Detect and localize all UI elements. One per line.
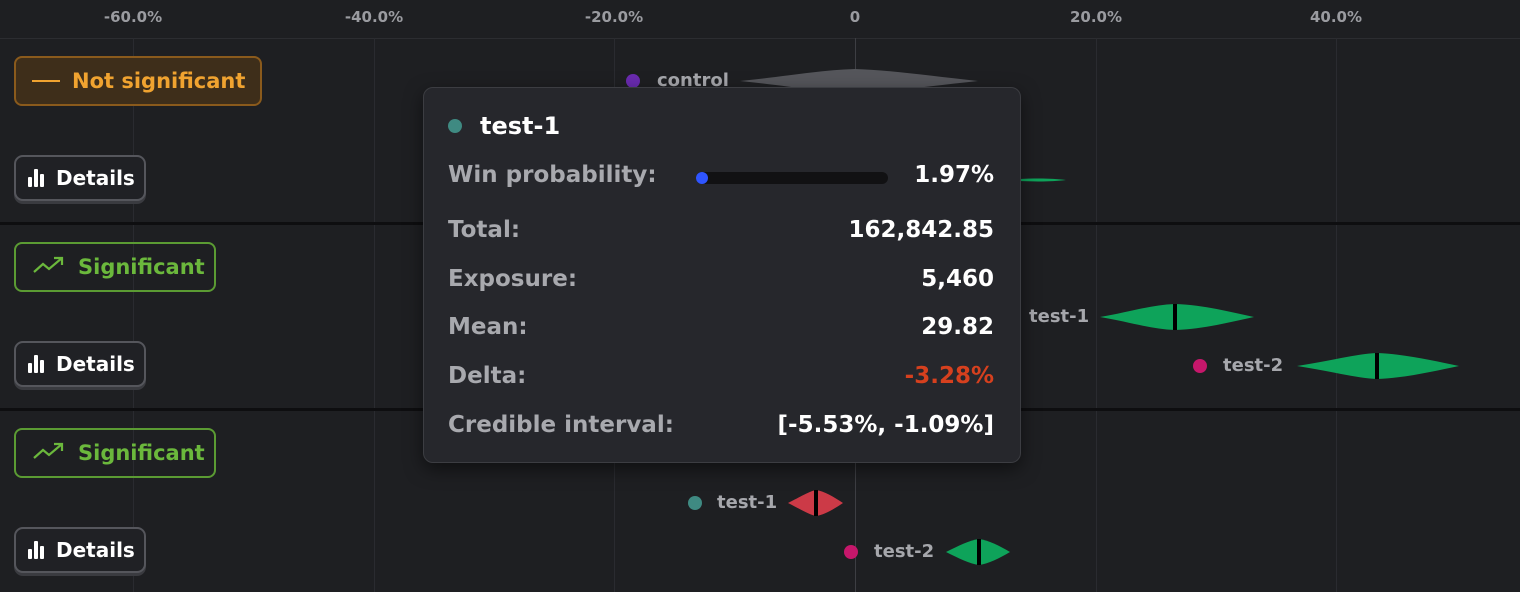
- row-label: Delta:: [448, 363, 527, 389]
- tooltip-row-credible-interval: Credible interval: [-5.53%, -1.09%]: [448, 412, 994, 438]
- row-label: Mean:: [448, 314, 528, 340]
- variant-label: test-1: [717, 492, 778, 513]
- median-marker: [1173, 304, 1177, 330]
- win-probability-bar: [696, 172, 888, 184]
- details-button[interactable]: Details: [14, 341, 146, 387]
- details-label: Details: [56, 352, 135, 376]
- median-marker: [1375, 353, 1379, 379]
- variant-tooltip: test-1 Win probability: 1.97% Total: 162…: [423, 87, 1021, 463]
- details-button[interactable]: Details: [14, 527, 146, 573]
- variant-label: test-1: [1029, 306, 1090, 327]
- row-value: -3.28%: [904, 363, 994, 389]
- row-label: Win probability:: [448, 162, 657, 188]
- bar-chart-icon: [28, 169, 46, 187]
- row-label: Credible interval:: [448, 412, 674, 438]
- status-label: Not significant: [72, 69, 246, 93]
- status-badge-not-significant: Not significant: [14, 56, 262, 106]
- variant-color-dot: [448, 119, 462, 133]
- variant-dot-test-1: [688, 496, 702, 510]
- tooltip-row-delta: Delta: -3.28%: [448, 363, 994, 389]
- bar-chart-icon: [28, 355, 46, 373]
- trending-up-icon: [32, 441, 66, 466]
- row-value: 5,460: [921, 266, 994, 292]
- tooltip-row-mean: Mean: 29.82: [448, 314, 994, 340]
- median-marker: [814, 490, 818, 516]
- status-badge-significant: Significant: [14, 428, 216, 478]
- row-value: 29.82: [921, 314, 994, 340]
- median-marker: [977, 539, 981, 565]
- row-label: Exposure:: [448, 266, 578, 292]
- variant-label: test-2: [1223, 355, 1284, 376]
- tooltip-row-total: Total: 162,842.85: [448, 217, 994, 243]
- trending-up-icon: [32, 255, 66, 280]
- variant-dot-test-2: [1193, 359, 1207, 373]
- variant-dot-test-2: [844, 545, 858, 559]
- row-label: Total:: [448, 217, 521, 243]
- tooltip-variant-name: test-1: [480, 112, 561, 140]
- details-label: Details: [56, 538, 135, 562]
- row-value: 162,842.85: [848, 217, 994, 243]
- variant-dot-control: [626, 74, 640, 88]
- status-label: Significant: [78, 441, 205, 465]
- tooltip-title: test-1: [448, 112, 560, 140]
- status-badge-significant: Significant: [14, 242, 216, 292]
- row-value: [-5.53%, -1.09%]: [777, 412, 994, 438]
- bar-chart-icon: [28, 541, 46, 559]
- minus-icon: [32, 80, 60, 82]
- details-button[interactable]: Details: [14, 155, 146, 201]
- details-label: Details: [56, 166, 135, 190]
- win-probability-fill: [696, 172, 708, 184]
- status-label: Significant: [78, 255, 205, 279]
- tooltip-row-exposure: Exposure: 5,460: [448, 266, 994, 292]
- row-value: 1.97%: [914, 162, 994, 188]
- variant-label: test-2: [874, 541, 935, 562]
